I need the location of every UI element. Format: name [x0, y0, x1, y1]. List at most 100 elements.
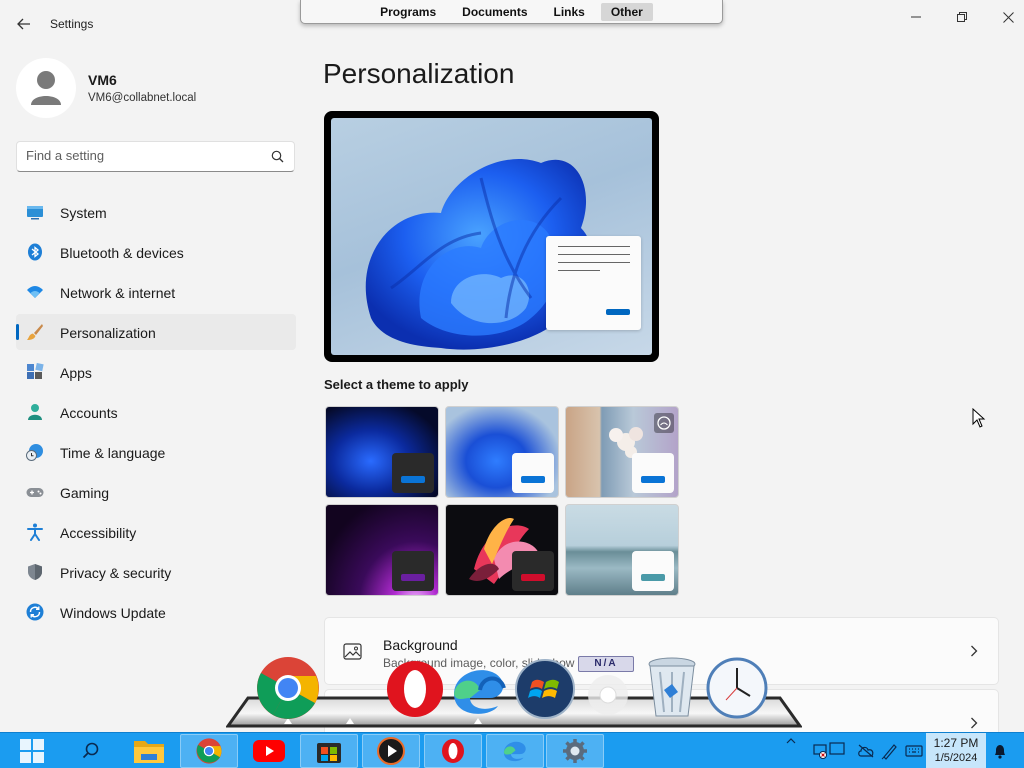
play-icon	[377, 737, 405, 765]
preview-line	[558, 254, 630, 255]
themes-label: Select a theme to apply	[324, 377, 469, 392]
keyboard-tray-icon[interactable]	[904, 741, 924, 761]
avatar[interactable]	[16, 58, 76, 118]
youtube-taskbar-button[interactable]	[240, 734, 298, 768]
close-button[interactable]	[985, 6, 1024, 28]
accessibility-icon	[27, 523, 43, 541]
paintbrush-icon	[27, 324, 43, 340]
search-input[interactable]	[26, 148, 266, 163]
shield-icon	[28, 564, 42, 580]
theme-windows-light[interactable]	[445, 406, 559, 498]
theme-preview-badge	[392, 551, 434, 591]
network-tray-icon[interactable]	[812, 741, 852, 761]
chrome-taskbar-button[interactable]	[180, 734, 238, 768]
theme-accent-bar	[401, 476, 425, 483]
chevron-up-icon	[786, 738, 796, 744]
search-taskbar-button[interactable]	[62, 734, 120, 768]
sidebar-item-label: Gaming	[60, 485, 110, 501]
onedrive-tray-icon[interactable]	[856, 741, 876, 761]
sidebar-item-windows-update[interactable]: Windows Update	[16, 594, 296, 630]
settings-gear-dock-icon[interactable]	[582, 670, 634, 720]
settings-taskbar-button[interactable]	[546, 734, 604, 768]
sidebar-item-accounts[interactable]: Accounts	[16, 394, 296, 430]
network-monitors-icon	[813, 742, 845, 759]
sidebar-item-label: Bluetooth & devices	[60, 245, 184, 261]
folder-icon	[134, 741, 164, 763]
sidebar-item-time-language[interactable]: Time & language	[16, 434, 296, 470]
chrome-dock-icon[interactable]	[256, 656, 320, 720]
chrome-icon	[196, 738, 222, 764]
spotlight-icon	[654, 413, 674, 433]
restore-button[interactable]	[939, 6, 985, 28]
clock-dock-icon[interactable]	[706, 656, 768, 720]
globe-clock-icon	[26, 444, 43, 461]
gear-icon	[563, 739, 587, 763]
theme-glow[interactable]	[325, 504, 439, 596]
opera-taskbar-button[interactable]	[424, 734, 482, 768]
file-explorer-taskbar-button[interactable]	[120, 734, 178, 768]
theme-captured-motion[interactable]	[445, 504, 559, 596]
back-button[interactable]	[12, 12, 36, 36]
sidebar-item-label: System	[60, 205, 107, 221]
preview-accent-button	[606, 309, 630, 315]
monitor-icon	[27, 206, 43, 220]
bell-icon	[995, 745, 1005, 759]
theme-accent-bar	[521, 574, 545, 581]
clock[interactable]: 1:27 PM 1/5/2024	[926, 733, 986, 768]
pen-tray-icon[interactable]	[880, 741, 900, 761]
sidebar-item-label: Network & internet	[60, 285, 176, 301]
sidebar-item-label: Apps	[60, 365, 92, 381]
user-name: VM6	[88, 72, 117, 88]
store-icon	[317, 743, 341, 763]
clock-date: 1/5/2024	[934, 752, 978, 764]
app-title: Settings	[50, 17, 94, 31]
keyboard-icon	[905, 745, 923, 757]
sidebar-item-label: Accessibility	[60, 525, 137, 541]
search-icon[interactable]	[271, 150, 284, 163]
start-button[interactable]	[4, 734, 60, 768]
close-icon	[1002, 11, 1014, 23]
sidebar-item-personalization[interactable]: Personalization	[16, 314, 296, 350]
tab-documents[interactable]: Documents	[452, 3, 537, 21]
theme-windows-dark[interactable]	[325, 406, 439, 498]
recycle-bin-dock-icon[interactable]	[646, 656, 698, 720]
quick-launch-toolbar: Programs Documents Links Other	[300, 0, 723, 24]
microsoft-store-taskbar-button[interactable]	[300, 734, 358, 768]
edge-taskbar-button[interactable]	[486, 734, 544, 768]
theme-preview-badge	[392, 453, 434, 493]
tab-other[interactable]: Other	[600, 2, 653, 21]
user-email: VM6@collabnet.local	[88, 92, 197, 104]
windows-orb-dock-icon[interactable]	[514, 658, 576, 720]
sidebar-item-apps[interactable]: Apps	[16, 354, 296, 390]
sidebar-item-accessibility[interactable]: Accessibility	[16, 514, 296, 550]
sidebar-item-label: Time & language	[60, 445, 166, 461]
sidebar-item-gaming[interactable]: Gaming	[16, 474, 296, 510]
chevron-right-icon	[971, 717, 978, 729]
sidebar-item-bluetooth[interactable]: Bluetooth & devices	[16, 234, 296, 270]
chevron-right-icon	[971, 645, 978, 657]
theme-flow[interactable]	[565, 504, 679, 596]
theme-preview-badge	[512, 551, 554, 591]
theme-grid	[324, 405, 684, 597]
theme-glow-spotlight[interactable]	[565, 406, 679, 498]
opera-dock-icon[interactable]	[386, 660, 444, 718]
sidebar-item-system[interactable]: System	[16, 194, 296, 230]
minimize-button[interactable]	[893, 6, 939, 28]
preview-window-card	[546, 236, 641, 330]
tab-links[interactable]: Links	[544, 3, 595, 21]
media-player-taskbar-button[interactable]	[362, 734, 420, 768]
update-icon	[26, 603, 44, 621]
sidebar-item-label: Windows Update	[60, 605, 166, 621]
show-hidden-icons-button[interactable]	[783, 735, 799, 747]
person-icon	[28, 404, 42, 420]
edge-dock-icon[interactable]	[450, 664, 508, 718]
search-box[interactable]	[16, 141, 295, 172]
theme-accent-bar	[401, 574, 425, 581]
sidebar-item-network[interactable]: Network & internet	[16, 274, 296, 310]
image-icon	[343, 643, 362, 660]
preview-line	[558, 262, 630, 263]
notifications-button[interactable]	[990, 741, 1010, 761]
sidebar-item-privacy[interactable]: Privacy & security	[16, 554, 296, 590]
opera-icon	[442, 739, 464, 763]
tab-programs[interactable]: Programs	[370, 3, 446, 21]
